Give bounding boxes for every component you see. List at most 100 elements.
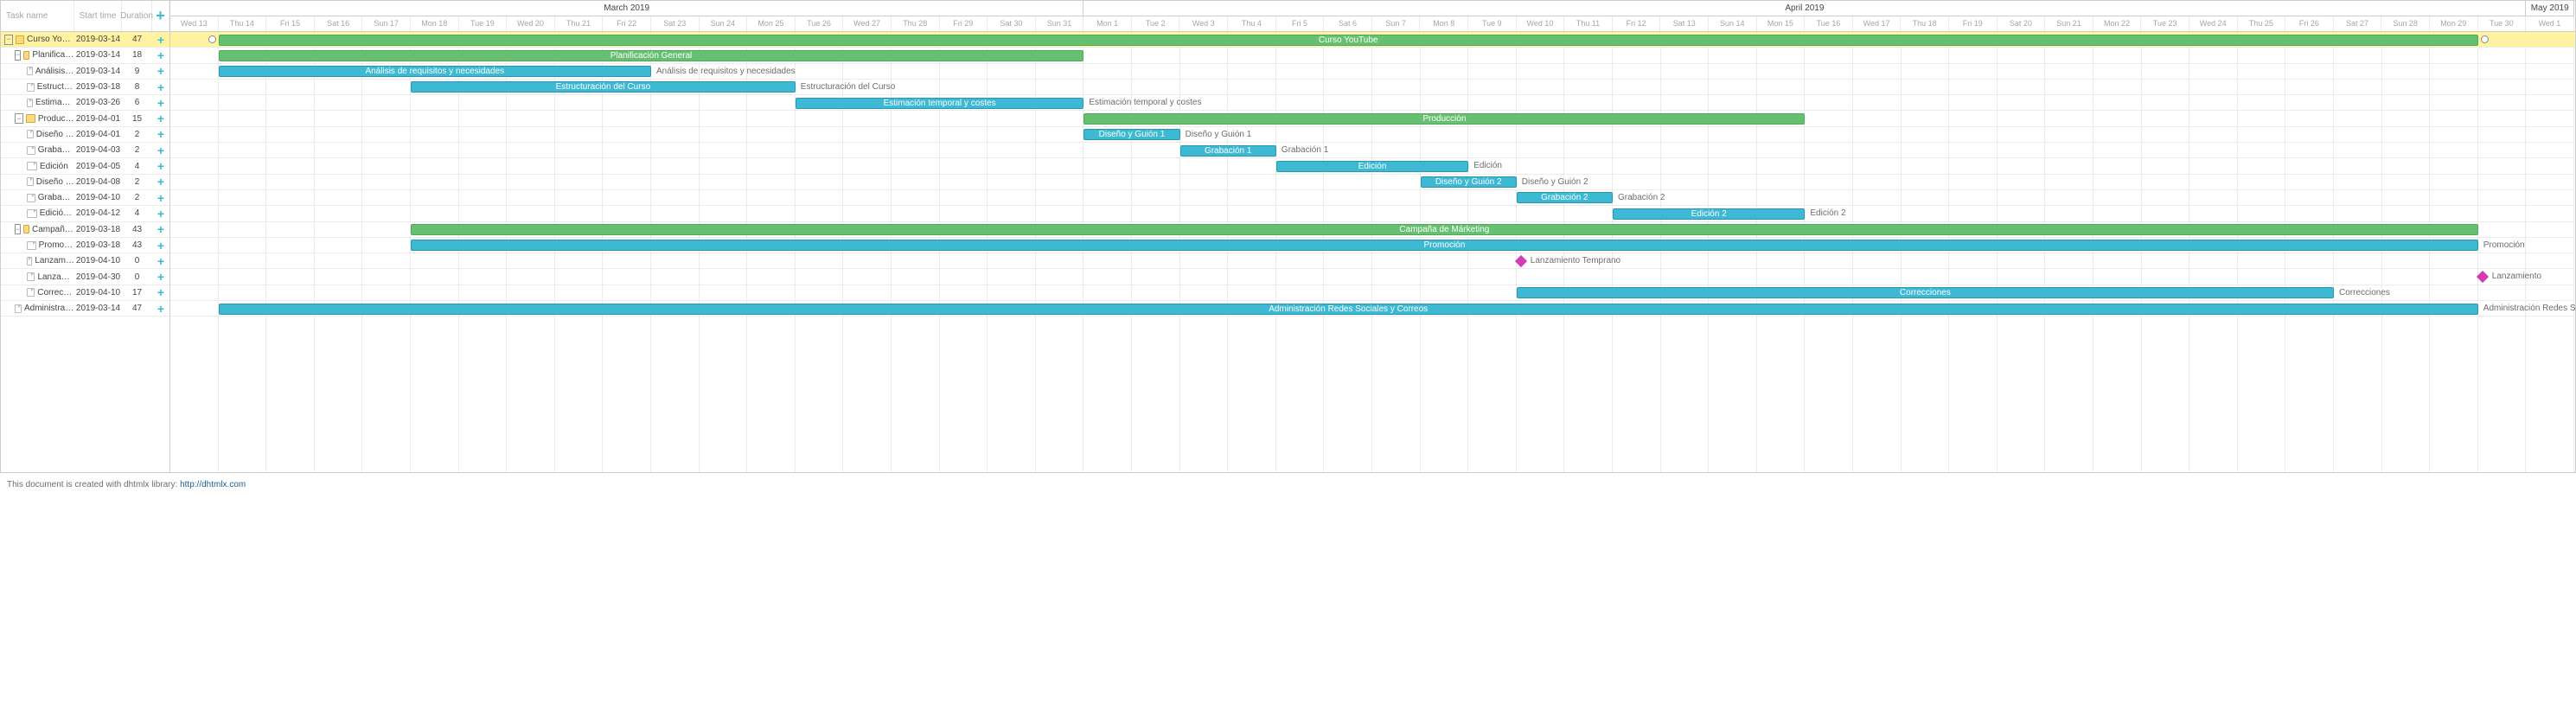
milestone-label: Lanzamiento Temprano <box>1531 256 1620 266</box>
add-subtask-button[interactable]: + <box>152 159 169 173</box>
add-subtask-button[interactable]: + <box>152 222 169 236</box>
add-subtask-button[interactable]: + <box>152 33 169 47</box>
day-cell: Fri 15 <box>266 16 315 32</box>
gantt-container: Task name Start time Duration + −Curso Y… <box>0 0 2576 473</box>
milestone[interactable] <box>1515 255 1527 267</box>
task-row[interactable]: Diseño y Guión 12019-04-012+ <box>1 127 169 143</box>
grid-header: Task name Start time Duration + <box>1 1 169 32</box>
col-duration[interactable]: Duration <box>122 1 152 31</box>
task-row[interactable]: Promoción2019-03-1843+ <box>1 238 169 253</box>
gantt-bar[interactable]: Edición 2 <box>1613 208 1805 220</box>
gantt-bar[interactable]: Estructuración del Curso <box>411 81 796 93</box>
task-name: Promoción <box>39 240 74 250</box>
add-subtask-button[interactable]: + <box>152 254 169 268</box>
gantt-bar[interactable]: Promoción <box>411 240 2478 251</box>
task-duration: 9 <box>122 67 152 76</box>
day-cell: Thu 25 <box>2238 16 2286 32</box>
add-subtask-button[interactable]: + <box>152 112 169 125</box>
gantt-bar[interactable]: Producción <box>1083 113 1805 125</box>
task-row[interactable]: Correcciones2019-04-1017+ <box>1 285 169 301</box>
gantt-bar[interactable]: Grabación 1 <box>1180 145 1276 157</box>
folder-icon <box>23 51 29 60</box>
gantt-bar[interactable]: Administración Redes Sociales y Correos <box>219 304 2478 315</box>
task-row[interactable]: Estimación temporal2019-03-266+ <box>1 95 169 111</box>
chart-row: Diseño y Guión 2Diseño y Guión 2 <box>170 175 2575 190</box>
gantt-bar[interactable]: Edición <box>1276 161 1468 172</box>
gantt-bar[interactable]: Planificación General <box>219 50 1084 61</box>
gantt-chart: March 2019April 2019May 2019 Wed 13Thu 1… <box>170 1 2575 472</box>
task-row[interactable]: −Campaña de Márketing2019-03-1843+ <box>1 222 169 238</box>
task-start: 2019-03-26 <box>74 98 122 107</box>
task-start: 2019-03-18 <box>74 225 122 234</box>
add-subtask-button[interactable]: + <box>152 144 169 157</box>
collapse-toggle[interactable]: − <box>15 224 21 234</box>
day-cell: Tue 16 <box>1805 16 1853 32</box>
collapse-toggle[interactable]: − <box>15 50 21 61</box>
chart-row: Lanzamiento Temprano <box>170 253 2575 269</box>
day-cell: Sun 31 <box>1036 16 1084 32</box>
task-row[interactable]: Estructuración2019-03-188+ <box>1 80 169 95</box>
add-subtask-button[interactable]: + <box>152 239 169 253</box>
task-duration: 8 <box>122 82 152 92</box>
milestone-label: Lanzamiento <box>2492 272 2541 281</box>
bar-label: Administración Redes Sociales y Correos <box>2483 304 2575 313</box>
file-icon <box>27 162 37 170</box>
collapse-toggle[interactable]: − <box>4 35 13 45</box>
task-row[interactable]: Administración Redes2019-03-1447+ <box>1 301 169 317</box>
add-subtask-button[interactable]: + <box>152 285 169 299</box>
task-name: Edición <box>40 162 68 171</box>
add-subtask-button[interactable]: + <box>152 127 169 141</box>
add-subtask-button[interactable]: + <box>152 302 169 316</box>
chart-body[interactable]: Curso YouTube Planificación General Anális… <box>170 32 2575 472</box>
task-row[interactable]: Análisis de requisitos2019-03-149+ <box>1 64 169 80</box>
gantt-bar[interactable]: Grabación 2 <box>1517 192 1613 203</box>
task-start: 2019-04-01 <box>74 130 122 139</box>
add-subtask-button[interactable]: + <box>152 48 169 62</box>
bar-label: Edición 2 <box>1810 208 1845 218</box>
gantt-bar[interactable]: Diseño y Guión 1 <box>1083 129 1179 140</box>
gantt-bar[interactable]: Curso YouTube <box>219 35 2478 46</box>
add-subtask-button[interactable]: + <box>152 96 169 110</box>
task-row[interactable]: −Producción2019-04-0115+ <box>1 111 169 126</box>
add-task-button[interactable]: + <box>152 1 169 31</box>
gantt-bar[interactable]: Diseño y Guión 2 <box>1421 176 1517 188</box>
file-icon <box>27 130 34 138</box>
add-subtask-button[interactable]: + <box>152 175 169 189</box>
col-task-name[interactable]: Task name <box>1 1 74 31</box>
collapse-toggle[interactable]: − <box>15 113 23 124</box>
task-row[interactable]: Edición 22019-04-124+ <box>1 206 169 221</box>
task-start: 2019-04-01 <box>74 114 122 124</box>
add-subtask-button[interactable]: + <box>152 270 169 284</box>
gantt-bar[interactable]: Correcciones <box>1517 287 2334 298</box>
col-start-time[interactable]: Start time <box>74 1 122 31</box>
gantt-bar[interactable]: Estimación temporal y costes <box>796 98 1084 109</box>
task-start: 2019-04-10 <box>74 193 122 202</box>
milestone[interactable] <box>2477 271 2489 283</box>
task-row[interactable]: Grabación 12019-04-032+ <box>1 143 169 158</box>
task-row[interactable]: Lanzamiento Temprano2019-04-100+ <box>1 253 169 269</box>
add-subtask-button[interactable]: + <box>152 207 169 221</box>
task-row[interactable]: Lanzamiento2019-04-300+ <box>1 269 169 285</box>
add-subtask-button[interactable]: + <box>152 64 169 78</box>
chart-row: Producción <box>170 111 2575 126</box>
task-row[interactable]: −Curso YouTube2019-03-1447+ <box>1 32 169 48</box>
footer-link[interactable]: http://dhtmlx.com <box>180 480 246 489</box>
task-row[interactable]: Grabación 22019-04-102+ <box>1 190 169 206</box>
file-icon <box>27 272 35 281</box>
gantt-bar[interactable]: Campaña de Márketing <box>411 224 2478 235</box>
day-cell: Sun 17 <box>362 16 411 32</box>
add-subtask-button[interactable]: + <box>152 80 169 94</box>
footer: This document is created with dhtmlx lib… <box>0 473 2576 496</box>
task-duration: 2 <box>122 145 152 155</box>
task-duration: 47 <box>122 35 152 44</box>
gantt-bar[interactable]: Análisis de requisitos y necesidades <box>219 66 651 77</box>
bar-end-cap[interactable] <box>2481 35 2489 43</box>
task-duration: 17 <box>122 288 152 298</box>
task-row[interactable]: −Planificación General2019-03-1418+ <box>1 48 169 63</box>
task-row[interactable]: Diseño y Guión 22019-04-082+ <box>1 175 169 190</box>
task-row[interactable]: Edición2019-04-054+ <box>1 158 169 174</box>
day-cell: Thu 18 <box>1901 16 1949 32</box>
bar-start-cap[interactable] <box>208 35 216 43</box>
add-subtask-button[interactable]: + <box>152 191 169 205</box>
file-icon <box>27 257 32 266</box>
